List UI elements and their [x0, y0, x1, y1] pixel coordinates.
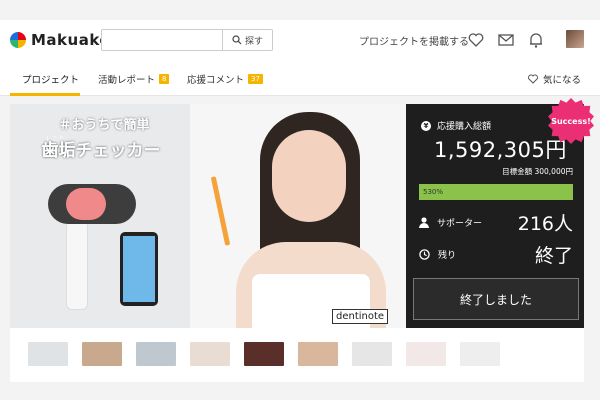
progress-percent: 530%	[423, 188, 444, 196]
site-header: Makuake 探す プロジェクトを掲載する	[0, 20, 600, 60]
hero-catch-text: ＃おうちで簡単	[58, 118, 150, 133]
logo-mark-icon	[10, 32, 26, 48]
funding-panel: ¥ 応援購入総額 1,592,305円 目標金額 300,000円 530% サ…	[406, 104, 584, 328]
clock-icon	[419, 249, 430, 260]
thumbnail-4[interactable]	[190, 342, 230, 366]
project-tabs: プロジェクト 活動レポート 8 応援コメント 37 気になる	[0, 60, 600, 96]
user-avatar[interactable]	[566, 30, 584, 48]
remaining-label: 残り	[438, 251, 457, 261]
thumbnail-9[interactable]	[460, 342, 500, 366]
supporters-count: 216人	[517, 213, 573, 235]
product-visual: ＃おうちで簡単 しこう 歯垢チェッカー	[10, 104, 190, 328]
thumbnail-6[interactable]	[298, 342, 338, 366]
bell-icon[interactable]	[527, 31, 545, 49]
remaining-value: 終了	[534, 245, 573, 267]
brand-logo: dentinote	[332, 309, 389, 324]
search-icon	[232, 35, 242, 45]
tab-project[interactable]: プロジェクト	[22, 72, 79, 86]
heart-icon[interactable]	[467, 31, 485, 49]
device-handle	[66, 220, 88, 310]
favorite-button[interactable]: 気になる	[527, 72, 581, 86]
goal-amount: 目標金額 300,000円	[502, 167, 573, 176]
thumbnail-7[interactable]	[352, 342, 392, 366]
thumbnail-8[interactable]	[406, 342, 446, 366]
toothbrush-image	[210, 176, 231, 246]
funding-amount: 1,592,305円	[434, 138, 567, 162]
mail-icon[interactable]	[497, 31, 515, 49]
thumbnail-3[interactable]	[136, 342, 176, 366]
activity-report-count-badge: 8	[159, 74, 170, 84]
device-head	[48, 184, 136, 224]
heart-icon	[528, 74, 538, 84]
search-input[interactable]	[102, 30, 222, 50]
smartphone-image	[120, 232, 158, 306]
thumbnail-1[interactable]	[28, 342, 68, 366]
supporters-label: サポーター	[437, 219, 483, 229]
post-project-link[interactable]: プロジェクトを掲載する	[359, 33, 469, 48]
support-comments-count-badge: 37	[248, 74, 263, 84]
hero-title: 歯垢チェッカー	[41, 141, 161, 161]
yen-icon: ¥	[421, 120, 431, 131]
supporters-row: サポーター 216人	[419, 213, 577, 235]
project-ended-button[interactable]: 終了しました	[413, 278, 579, 320]
search-button[interactable]: 探す	[222, 30, 272, 50]
thumbnail-strip	[10, 328, 584, 382]
active-tab-indicator	[10, 93, 80, 96]
remaining-row: 残り 終了	[419, 245, 577, 267]
project-main-image[interactable]: ＃おうちで簡単 しこう 歯垢チェッカー dentinote	[10, 104, 406, 328]
person-icon	[419, 217, 429, 228]
progress-bar: 530%	[419, 184, 573, 200]
makuake-logo[interactable]: Makuake	[10, 31, 110, 49]
tab-activity-report[interactable]: 活動レポート 8	[98, 72, 170, 86]
tab-support-comments[interactable]: 応援コメント 37	[187, 72, 263, 86]
thumbnail-5[interactable]	[244, 342, 284, 366]
model-photo: dentinote	[190, 104, 406, 328]
search-box: 探す	[101, 29, 273, 51]
amount-label: ¥ 応援購入総額	[421, 119, 491, 132]
thumbnail-2[interactable]	[82, 342, 122, 366]
